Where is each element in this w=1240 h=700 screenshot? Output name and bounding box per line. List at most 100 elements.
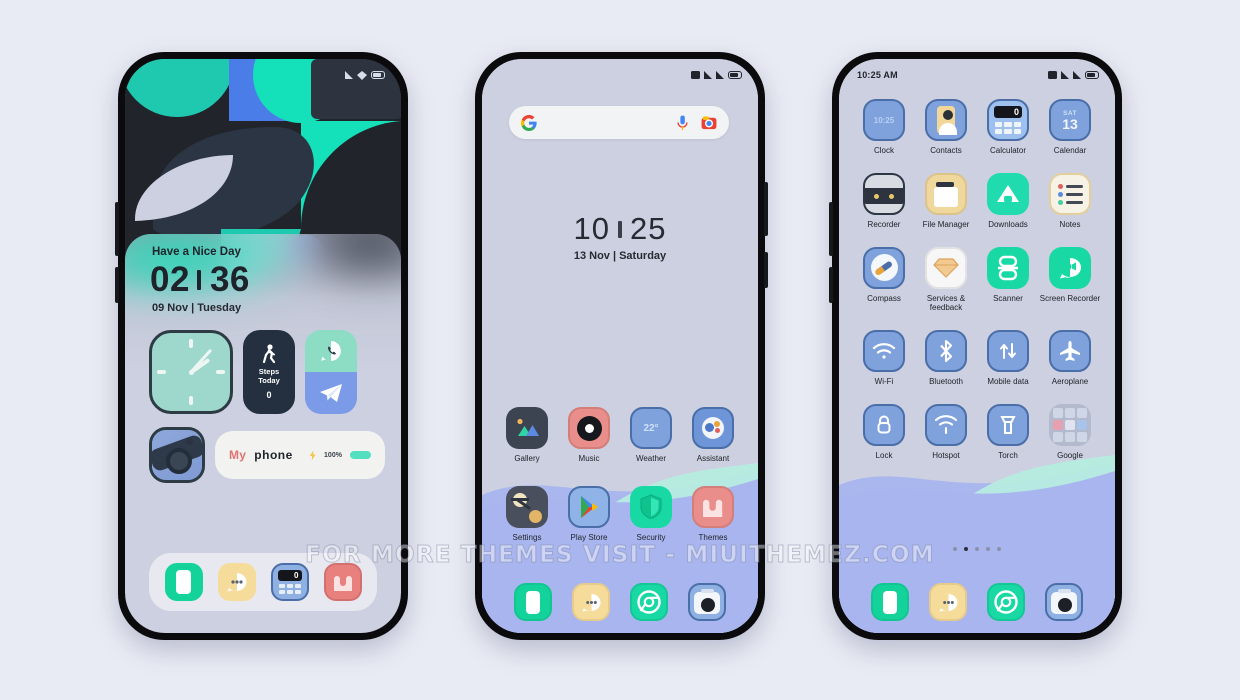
page-dot[interactable] [986,547,990,551]
power-button[interactable] [764,252,768,288]
app-clock[interactable]: 10:25 Clock [853,99,915,156]
app-gallery[interactable]: Gallery [496,407,558,464]
app-recorder[interactable]: Recorder [853,172,915,230]
app-downloads[interactable]: Downloads [977,172,1039,230]
app-grid-3: 10:25 Clock Contacts 0 Calculator SAT 13… [853,99,1101,461]
downloads-icon [987,172,1029,215]
dock-icon-messages[interactable] [929,583,967,621]
assistant-icon [692,407,734,449]
dock-icon-themes[interactable] [323,563,362,601]
app-scanner[interactable]: Scanner [977,246,1039,314]
volume-button[interactable] [115,202,119,256]
app-security[interactable]: Security [620,485,682,543]
screen-1: Have a Nice Day 02 36 09 Nov | Tuesday S… [125,59,401,633]
google-folder-icon [1049,403,1091,446]
sim-icon [691,71,700,79]
app-calendar[interactable]: SAT 13 Calendar [1039,99,1101,156]
analog-clock-widget[interactable] [149,330,233,414]
volume-button[interactable] [764,182,768,236]
power-button[interactable] [115,267,119,303]
app-torch[interactable]: Torch [977,403,1039,461]
camera-widget[interactable] [149,427,205,483]
security-icon [630,485,672,528]
page-dot-active[interactable] [964,547,968,551]
app-lock[interactable]: Lock [853,403,915,461]
dock-3 [839,571,1115,633]
app-aeroplane[interactable]: Aeroplane [1039,330,1101,387]
page-indicator[interactable] [839,547,1115,551]
gallery-icon [506,407,548,449]
telegram-tile[interactable] [305,372,357,414]
power-button[interactable] [829,267,833,303]
app-label: Torch [998,450,1018,460]
page-dot[interactable] [975,547,979,551]
steps-widget[interactable]: Steps Today 0 [243,330,295,414]
app-settings[interactable]: Settings [496,485,558,543]
lock-icon [863,403,905,446]
signal-icon [1061,71,1069,79]
app-filemanager[interactable]: File Manager [915,172,977,230]
dock-2 [482,571,758,633]
app-compass[interactable]: Compass [853,246,915,314]
app-mobile-data[interactable]: Mobile data [977,330,1039,387]
app-label: File Manager [922,219,970,229]
app-services-feedback[interactable]: Services & feedback [915,246,977,314]
dock-icon-camera[interactable] [688,583,726,621]
dock-icon-phone[interactable] [164,563,203,601]
app-label: Calendar [1053,146,1087,155]
poster-stage: Have a Nice Day 02 36 09 Nov | Tuesday S… [0,0,1240,700]
home-clock-hours: 10 [573,211,610,246]
app-label: Play Store [570,532,608,542]
music-icon [568,407,610,449]
app-label: Calculator [989,146,1026,155]
app-playstore[interactable]: Play Store [558,485,620,543]
services-feedback-icon [925,246,967,289]
volume-button[interactable] [829,202,833,256]
app-label: Bluetooth [929,377,963,386]
dock-icon-calculator[interactable]: 0 [270,563,309,601]
app-notes[interactable]: Notes [1039,172,1101,230]
app-screen-recorder[interactable]: Screen Recorder [1039,246,1101,314]
battery-widget[interactable]: My phone 100% [215,431,385,479]
walking-icon [262,344,276,364]
dock-icon-browser[interactable] [987,583,1025,621]
blur-glow-dark [275,234,401,300]
app-weather[interactable]: 22° Weather [620,407,682,464]
page-dot[interactable] [953,547,957,551]
wifi-icon [357,70,367,80]
app-music[interactable]: Music [558,407,620,464]
page-dot[interactable] [997,547,1001,551]
dock-icon-messages[interactable] [217,563,256,601]
scanner-icon [987,246,1029,289]
app-label: Compass [867,293,901,303]
app-bluetooth[interactable]: Bluetooth [915,330,977,387]
app-label: Lock [875,450,893,460]
google-search-bar[interactable] [509,106,729,139]
calculator-icon: 0 [987,99,1029,141]
phone-call-icon [321,341,341,362]
hotspot-icon [925,403,967,446]
dock-icon-phone[interactable] [514,583,552,621]
dock-icon-browser[interactable] [630,583,668,621]
app-calculator[interactable]: 0 Calculator [977,99,1039,156]
lock-date: 09 Nov | Tuesday [152,302,242,314]
dock-icon-messages[interactable] [572,583,610,621]
dock-icon-phone[interactable] [871,583,909,621]
app-wifi[interactable]: Wi-Fi [853,330,915,387]
app-hotspot[interactable]: Hotspot [915,403,977,461]
app-themes[interactable]: Themes [682,485,744,543]
app-assistant[interactable]: Assistant [682,407,744,464]
home-clock: 10 25 13 Nov | Saturday [482,211,758,262]
app-contacts[interactable]: Contacts [915,99,977,156]
phone-call-tile[interactable] [305,330,357,372]
bluetooth-icon [925,330,967,372]
app-google-folder[interactable]: Google [1039,403,1101,461]
dock-icon-camera[interactable] [1045,583,1083,621]
communication-widget[interactable] [305,330,357,414]
compass-icon [863,246,905,289]
torch-icon [987,403,1029,446]
play-store-icon [568,485,610,528]
aeroplane-icon [1049,330,1091,372]
sim-icon [1048,71,1057,79]
calculator-badge: 0 [994,106,1022,118]
